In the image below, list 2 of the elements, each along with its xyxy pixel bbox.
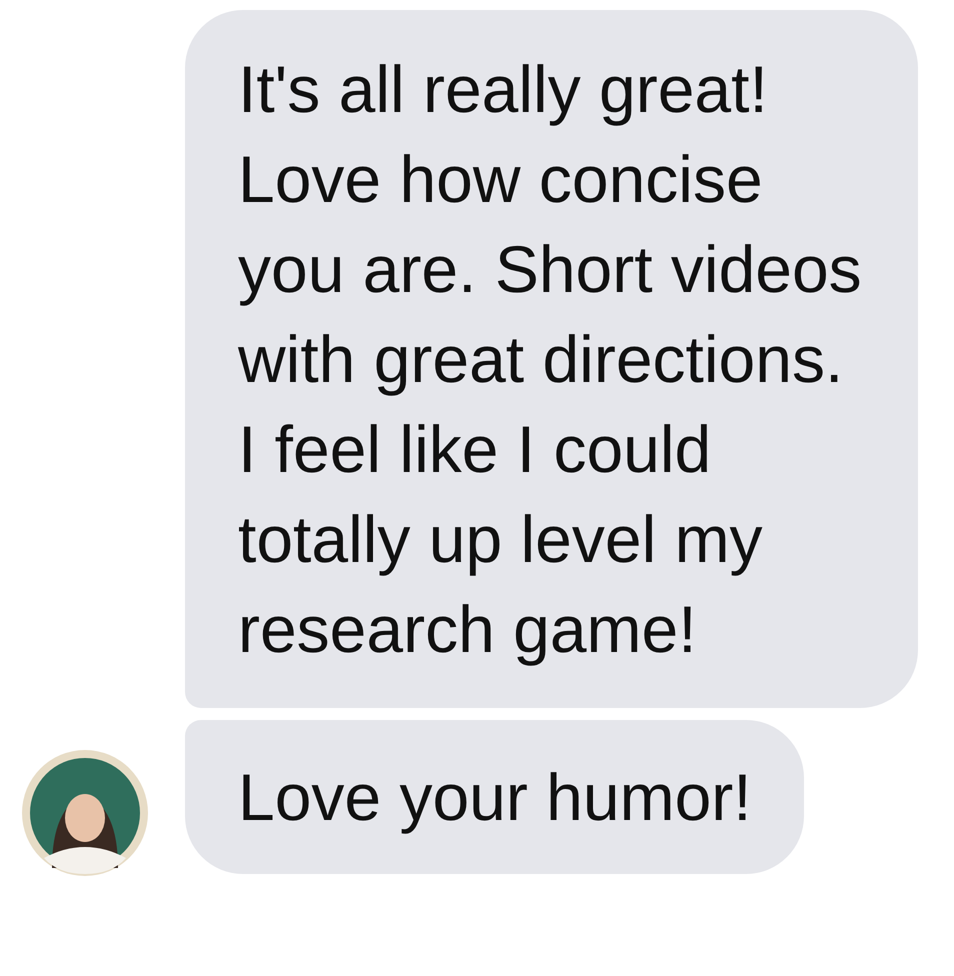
message-text: It's all really great! Love how concise you are. Short videos with great directions. I feel like I could totally up level my research game! xyxy=(238,51,863,668)
message-text: Love your humor! xyxy=(238,759,752,836)
